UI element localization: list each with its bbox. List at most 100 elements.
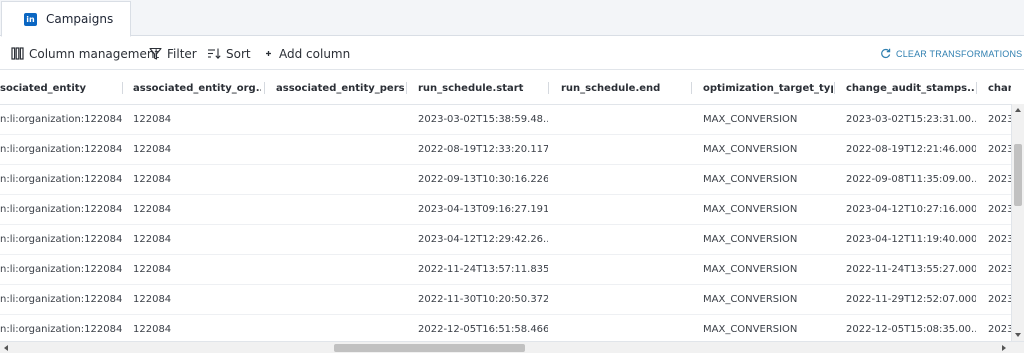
column-resize-handle[interactable] (691, 82, 692, 94)
table-cell[interactable] (276, 165, 404, 194)
scroll-up-icon[interactable] (1015, 108, 1021, 112)
table-cell[interactable] (561, 165, 689, 194)
table-cell[interactable]: 122084 (133, 195, 261, 224)
column-resize-handle[interactable] (406, 82, 407, 94)
table-cell[interactable]: MAX_CONVERSION (703, 255, 833, 284)
column-resize-handle[interactable] (548, 82, 549, 94)
table-cell[interactable]: MAX_CONVERSION (703, 315, 833, 341)
table-cell[interactable]: 2022-09-13T10:30:16.226... (418, 165, 548, 194)
table-cell[interactable]: n:li:organization:122084 (0, 165, 128, 194)
table-cell[interactable]: MAX_CONVERSION (703, 225, 833, 254)
table-cell[interactable]: 2023 (988, 135, 1011, 164)
table-cell[interactable]: 2023 (988, 285, 1011, 314)
table-cell[interactable]: MAX_CONVERSION (703, 105, 833, 134)
table-cell[interactable] (561, 315, 689, 341)
horizontal-scrollbar[interactable] (0, 341, 1024, 353)
table-cell[interactable] (561, 225, 689, 254)
table-cell[interactable]: 122084 (133, 255, 261, 284)
table-cell[interactable]: n:li:organization:122084 (0, 135, 128, 164)
table-cell[interactable]: n:li:organization:122084 (0, 315, 128, 341)
table-cell[interactable]: 122084 (133, 285, 261, 314)
column-header[interactable]: change_ (988, 71, 1011, 105)
table-cell[interactable]: 2023-04-12T11:19:40.000... (846, 225, 976, 254)
table-row[interactable]: n:li:organization:122084 122084 2022-11-… (0, 285, 1011, 315)
table-cell[interactable] (276, 315, 404, 341)
table-cell[interactable]: 2023-04-12T10:27:16.000... (846, 195, 976, 224)
table-cell[interactable]: 2022-11-29T12:52:07.000... (846, 285, 976, 314)
table-cell[interactable]: 2023-04-12T12:29:42.26... (418, 225, 548, 254)
vertical-scroll-thumb[interactable] (1014, 144, 1022, 206)
table-cell[interactable]: 2023-03-02T15:23:31.00... (846, 105, 976, 134)
table-cell[interactable]: 122084 (133, 225, 261, 254)
filter-button[interactable]: Filter (149, 45, 197, 62)
tab-campaigns[interactable]: in Campaigns (1, 1, 131, 37)
column-header[interactable]: change_audit_stamps.... (846, 71, 974, 105)
column-header[interactable]: run_schedule.start (418, 71, 546, 105)
table-row[interactable]: n:li:organization:122084 122084 2022-12-… (0, 315, 1011, 341)
table-cell[interactable]: n:li:organization:122084 (0, 195, 128, 224)
scroll-left-icon[interactable] (4, 345, 8, 351)
table-cell[interactable]: MAX_CONVERSION (703, 195, 833, 224)
table-row[interactable]: n:li:organization:122084 122084 2022-11-… (0, 255, 1011, 285)
table-cell[interactable]: 2023 (988, 315, 1011, 341)
table-cell[interactable]: 2022-11-30T10:20:50.372... (418, 285, 548, 314)
table-cell[interactable]: 2023-04-13T09:16:27.191... (418, 195, 548, 224)
table-row[interactable]: n:li:organization:122084 122084 2023-04-… (0, 195, 1011, 225)
table-cell[interactable]: 122084 (133, 315, 261, 341)
table-cell[interactable]: 2022-11-24T13:57:11.835+... (418, 255, 548, 284)
table-row[interactable]: n:li:organization:122084 122084 2022-08-… (0, 135, 1011, 165)
table-cell[interactable] (561, 135, 689, 164)
table-cell[interactable] (276, 285, 404, 314)
column-header[interactable]: sociated_entity (0, 71, 122, 105)
table-cell[interactable]: 2023 (988, 255, 1011, 284)
table-cell[interactable]: 2023-03-02T15:38:59.48... (418, 105, 548, 134)
table-cell[interactable]: 2023 (988, 165, 1011, 194)
table-cell[interactable]: 2023 (988, 105, 1011, 134)
horizontal-scroll-thumb[interactable] (334, 344, 525, 352)
scroll-right-icon[interactable] (1002, 345, 1006, 351)
table-cell[interactable]: 2022-12-05T16:51:58.466... (418, 315, 548, 341)
table-cell[interactable]: n:li:organization:122084 (0, 225, 128, 254)
table-cell[interactable]: 2022-09-08T11:35:09.00... (846, 165, 976, 194)
table-cell[interactable]: 122084 (133, 135, 261, 164)
table-cell[interactable]: MAX_CONVERSION (703, 165, 833, 194)
scroll-down-icon[interactable] (1015, 333, 1021, 337)
table-cell[interactable]: 2022-11-24T13:55:27.000... (846, 255, 976, 284)
table-cell[interactable]: 2022-08-19T12:21:46.000... (846, 135, 976, 164)
sort-button[interactable]: Sort (207, 45, 251, 62)
table-cell[interactable] (276, 225, 404, 254)
table-cell[interactable]: 122084 (133, 105, 261, 134)
column-resize-handle[interactable] (122, 82, 123, 94)
table-cell[interactable] (276, 105, 404, 134)
column-management-button[interactable]: Column management (11, 45, 159, 62)
table-cell[interactable] (276, 135, 404, 164)
column-header[interactable]: associated_entity_pers... (276, 71, 404, 105)
table-cell[interactable] (561, 285, 689, 314)
table-row[interactable]: n:li:organization:122084 122084 2023-03-… (0, 105, 1011, 135)
column-resize-handle[interactable] (834, 82, 835, 94)
table-cell[interactable]: n:li:organization:122084 (0, 285, 128, 314)
table-row[interactable]: n:li:organization:122084 122084 2023-04-… (0, 225, 1011, 255)
table-cell[interactable]: n:li:organization:122084 (0, 105, 128, 134)
add-column-button[interactable]: Add column (264, 45, 350, 62)
table-cell[interactable]: 2022-08-19T12:33:20.117... (418, 135, 548, 164)
table-cell[interactable] (561, 195, 689, 224)
column-resize-handle[interactable] (976, 82, 977, 94)
column-header[interactable]: associated_entity_org... (133, 71, 261, 105)
column-resize-handle[interactable] (264, 82, 265, 94)
table-cell[interactable] (561, 105, 689, 134)
table-cell[interactable] (561, 255, 689, 284)
clear-transformations-button[interactable]: CLEAR TRANSFORMATIONS (880, 45, 1022, 62)
table-cell[interactable]: MAX_CONVERSION (703, 135, 833, 164)
table-cell[interactable] (276, 195, 404, 224)
table-cell[interactable]: 122084 (133, 165, 261, 194)
table-cell[interactable] (276, 255, 404, 284)
table-row[interactable]: n:li:organization:122084 122084 2022-09-… (0, 165, 1011, 195)
column-header[interactable]: run_schedule.end (561, 71, 689, 105)
table-cell[interactable]: 2023 (988, 225, 1011, 254)
vertical-scrollbar[interactable] (1011, 104, 1024, 341)
table-cell[interactable]: MAX_CONVERSION (703, 285, 833, 314)
column-header[interactable]: optimization_target_type (703, 71, 833, 105)
table-cell[interactable]: n:li:organization:122084 (0, 255, 128, 284)
table-cell[interactable]: 2022-12-05T15:08:35.00... (846, 315, 976, 341)
